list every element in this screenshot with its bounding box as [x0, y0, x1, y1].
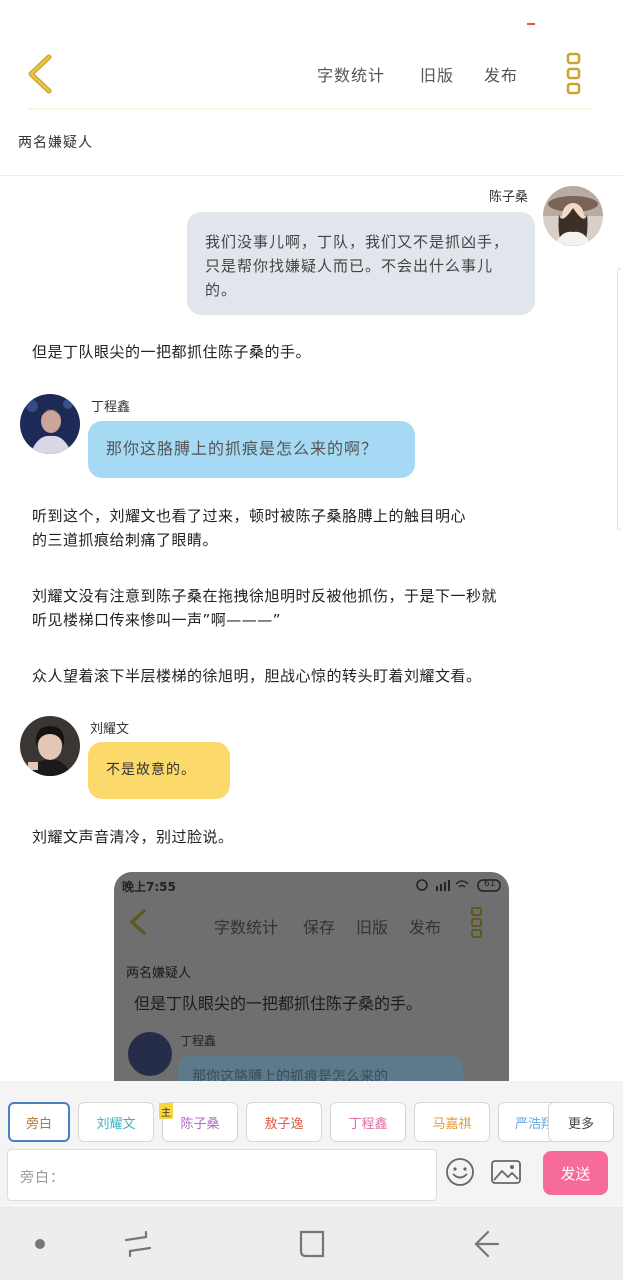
recents-icon — [124, 1230, 152, 1258]
embedded-avatar — [128, 1032, 172, 1076]
document-title[interactable]: 两名嫌疑人 — [18, 132, 93, 152]
more-vertical-icon — [566, 52, 581, 95]
home-icon — [299, 1230, 325, 1258]
embedded-publish: 发布 — [409, 918, 442, 937]
narration-text[interactable]: 的三道抓痕给刺痛了眼睛。 — [32, 528, 218, 553]
message-bubble[interactable]: 我们没事儿啊，丁队，我们又不是抓凶手，只是帮你找嫌疑人而已。不会出什么事儿的。 — [187, 212, 535, 315]
embedded-doc-title: 两名嫌疑人 — [126, 966, 192, 981]
embedded-save: 保存 — [303, 918, 336, 937]
more-menu-button[interactable] — [560, 50, 588, 98]
speaker-name: 刘耀文 — [90, 722, 130, 737]
embedded-battery: 61 — [484, 879, 496, 889]
back-button[interactable] — [20, 50, 60, 98]
role-chip-narrator[interactable]: 旁白 — [8, 1102, 70, 1142]
message-bubble[interactable]: 那你这胳膊上的抓痕是怎么来的啊？ — [88, 421, 415, 478]
embedded-back-icon — [129, 909, 146, 935]
publish-button[interactable]: 发布 — [484, 62, 518, 86]
image-button[interactable] — [489, 1155, 523, 1189]
send-button[interactable]: 发送 — [543, 1151, 608, 1195]
narration-text[interactable]: 但是丁队眼尖的一把都抓住陈子桑的手。 — [32, 340, 311, 365]
old-version-button[interactable]: 旧版 — [420, 62, 454, 86]
role-selector-bar: 旁白 刘耀文 陈子桑 敖子逸 丁程鑫 马嘉祺 严浩翔 更多 — [0, 1081, 623, 1143]
word-count-button[interactable]: 字数统计 — [317, 62, 385, 86]
emoji-button[interactable] — [443, 1155, 477, 1189]
embedded-screenshot-image[interactable]: 晚上7:55 61 字数统计 保存 旧版 发布 两名嫌疑人 但是丁队眼尖的一把都… — [114, 872, 509, 1082]
narration-text[interactable]: 众人望着滚下半层楼梯的徐旭明，胆战心惊的转头盯着刘耀文看。 — [32, 664, 482, 689]
header-divider — [28, 108, 593, 110]
message-input[interactable]: 旁白： — [7, 1149, 437, 1201]
nav-recents-button[interactable] — [118, 1226, 158, 1260]
scrollbar[interactable] — [617, 268, 621, 530]
avatar-ding-chengxin[interactable] — [20, 394, 80, 454]
message-bubble[interactable]: 不是故意的。 — [88, 742, 230, 799]
system-nav-bar — [0, 1206, 623, 1280]
main-role-badge: 主 — [159, 1103, 173, 1119]
smiley-icon — [446, 1158, 474, 1186]
narration-text[interactable]: 刘耀文没有注意到陈子桑在拖拽徐旭明时反被他抓伤，于是下一秒就 — [32, 584, 497, 609]
nav-dot-button[interactable] — [20, 1226, 60, 1260]
embedded-narration: 但是丁队眼尖的一把都抓住陈子桑的手。 — [134, 994, 423, 1013]
role-chip-ma-jiaqi[interactable]: 马嘉祺 — [414, 1102, 490, 1142]
top-toolbar: 字数统计 旧版 发布 — [0, 40, 623, 112]
speaker-name: 丁程鑫 — [91, 400, 131, 415]
embedded-word-count: 字数统计 — [214, 918, 279, 937]
nav-home-button[interactable] — [292, 1226, 332, 1260]
narration-text[interactable]: 刘耀文声音清冷，别过脸说。 — [32, 825, 234, 850]
title-divider — [0, 175, 623, 176]
embedded-old-version: 旧版 — [356, 918, 389, 937]
embedded-bubble: 那你这胳膊上的抓痕是怎么来的 — [178, 1056, 463, 1082]
embedded-speaker: 丁程鑫 — [180, 1034, 217, 1048]
role-chip-chen-zisang[interactable]: 陈子桑 — [162, 1102, 238, 1142]
avatar-liu-yaowen[interactable] — [20, 716, 80, 776]
status-indicator — [527, 23, 535, 25]
back-arrow-icon — [474, 1230, 500, 1258]
speaker-name: 陈子桑 — [489, 190, 529, 205]
embedded-more-icon — [471, 907, 482, 938]
input-bar: 旁白： 发送 — [0, 1143, 623, 1205]
dot-icon — [35, 1239, 45, 1249]
narration-text[interactable]: 听到这个，刘耀文也看了过来，顿时被陈子桑胳膊上的触目明心 — [32, 504, 466, 529]
embedded-time: 晚上7:55 — [122, 880, 176, 894]
narration-text[interactable]: 听见楼梯口传来惨叫一声”啊———” — [32, 608, 281, 633]
image-icon — [491, 1160, 521, 1184]
avatar-chen-zisang[interactable] — [543, 186, 603, 246]
roles-more-button[interactable]: 更多 — [548, 1102, 614, 1142]
role-chip-ding-chengxin[interactable]: 丁程鑫 — [330, 1102, 406, 1142]
role-chip-liu-yaowen[interactable]: 刘耀文 — [78, 1102, 154, 1142]
nav-back-button[interactable] — [466, 1226, 506, 1260]
role-chip-ao-ziyi[interactable]: 敖子逸 — [246, 1102, 322, 1142]
chevron-left-icon — [28, 54, 52, 94]
